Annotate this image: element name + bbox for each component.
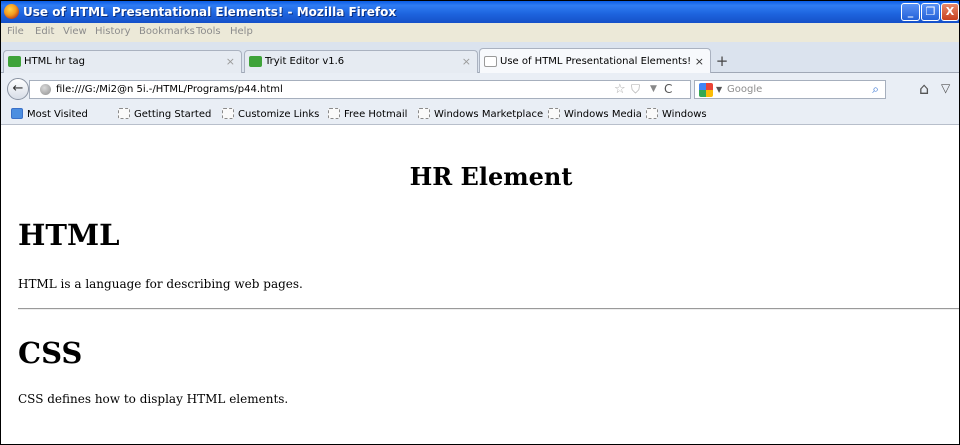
url-history-dropdown-icon[interactable]: ▼ (650, 84, 657, 94)
tab-presentational-elements[interactable]: Use of HTML Presentational Elements! × (479, 48, 711, 74)
menu-view[interactable]: View (63, 26, 87, 37)
tab-bar: HTML hr tag × Tryit Editor v1.6 × Use of… (1, 42, 959, 74)
firefox-logo-icon (4, 4, 19, 19)
bookmark-icon (418, 108, 430, 119)
bookmark-icon (222, 108, 234, 119)
w3schools-favicon-icon (249, 56, 262, 67)
w3schools-favicon-icon (8, 56, 21, 67)
page-title: HR Element (409, 162, 573, 191)
close-window-button[interactable]: X (941, 3, 959, 21)
window-title: Use of HTML Presentational Elements! - M… (23, 5, 397, 19)
google-logo-icon[interactable] (699, 83, 713, 97)
bookmark-windows-marketplace[interactable]: Windows Marketplace (418, 108, 543, 120)
menu-history[interactable]: History (95, 26, 131, 37)
blank-page-icon (484, 56, 497, 67)
url-bar[interactable]: file:///G:/Mi2@n 5i.-/HTML/Programs/p44.… (29, 80, 691, 99)
most-visited-icon (11, 108, 23, 119)
search-engine-dropdown-icon[interactable]: ▼ (716, 85, 722, 94)
menu-file[interactable]: File (7, 26, 24, 37)
tab-close-icon[interactable]: × (226, 55, 235, 68)
bookmark-icon (646, 108, 658, 119)
pocket-button-icon[interactable]: ▽ (941, 81, 950, 95)
tab-close-icon[interactable]: × (695, 55, 704, 68)
browser-window: Use of HTML Presentational Elements! - M… (0, 0, 960, 445)
menu-help[interactable]: Help (230, 26, 253, 37)
search-bar[interactable]: ▼ Google ⌕ (694, 80, 886, 99)
globe-icon (40, 84, 51, 95)
section-paragraph-html: HTML is a language for describing web pa… (18, 277, 303, 291)
title-bar: Use of HTML Presentational Elements! - M… (1, 1, 959, 23)
bookmarks-toolbar: Most Visited Getting Started Customize L… (1, 103, 959, 125)
bookmark-customize-links[interactable]: Customize Links (222, 108, 319, 120)
horizontal-rule (18, 308, 959, 310)
menu-bar: File Edit View History Bookmarks Tools H… (1, 23, 959, 42)
section-heading-css: CSS (18, 336, 83, 370)
search-icon[interactable]: ⌕ (872, 82, 879, 97)
menu-tools[interactable]: Tools (196, 26, 221, 37)
search-input[interactable]: Google (727, 84, 762, 95)
url-text[interactable]: file:///G:/Mi2@n 5i.-/HTML/Programs/p44.… (56, 84, 283, 95)
tab-tryit-editor[interactable]: Tryit Editor v1.6 × (244, 50, 478, 73)
bookmark-star-icon[interactable]: ☆ (614, 82, 626, 97)
bookmark-free-hotmail[interactable]: Free Hotmail (328, 108, 407, 120)
bookmark-most-visited[interactable]: Most Visited (11, 108, 88, 120)
minimize-button[interactable]: _ (901, 3, 920, 21)
new-tab-button[interactable]: + (713, 53, 731, 71)
bookmark-windows-media[interactable]: Windows Media (548, 108, 642, 120)
section-heading-html: HTML (18, 218, 120, 252)
maximize-button[interactable]: ❐ (921, 3, 940, 21)
bookmark-icon (328, 108, 340, 119)
tab-label: HTML hr tag (24, 56, 86, 67)
section-paragraph-css: CSS defines how to display HTML elements… (18, 392, 289, 406)
bookmark-icon (548, 108, 560, 119)
page-content: HR Element HTML HTML is a language for d… (1, 126, 959, 444)
bookmark-getting-started[interactable]: Getting Started (118, 108, 211, 120)
bookmark-windows[interactable]: Windows (646, 108, 707, 120)
pocket-icon[interactable]: ⛉ (631, 82, 640, 97)
tab-label: Use of HTML Presentational Elements! (500, 56, 692, 67)
home-icon[interactable]: ⌂ (919, 79, 929, 98)
tab-html-hr-tag[interactable]: HTML hr tag × (3, 50, 242, 73)
tab-close-icon[interactable]: × (462, 55, 471, 68)
menu-edit[interactable]: Edit (35, 26, 54, 37)
menu-bookmarks[interactable]: Bookmarks (139, 26, 195, 37)
bookmark-icon (118, 108, 130, 119)
back-button[interactable]: ← (7, 78, 29, 100)
reload-icon[interactable]: C (664, 82, 672, 96)
tab-label: Tryit Editor v1.6 (265, 56, 345, 67)
navigation-bar: ← file:///G:/Mi2@n 5i.-/HTML/Programs/p4… (1, 73, 959, 103)
